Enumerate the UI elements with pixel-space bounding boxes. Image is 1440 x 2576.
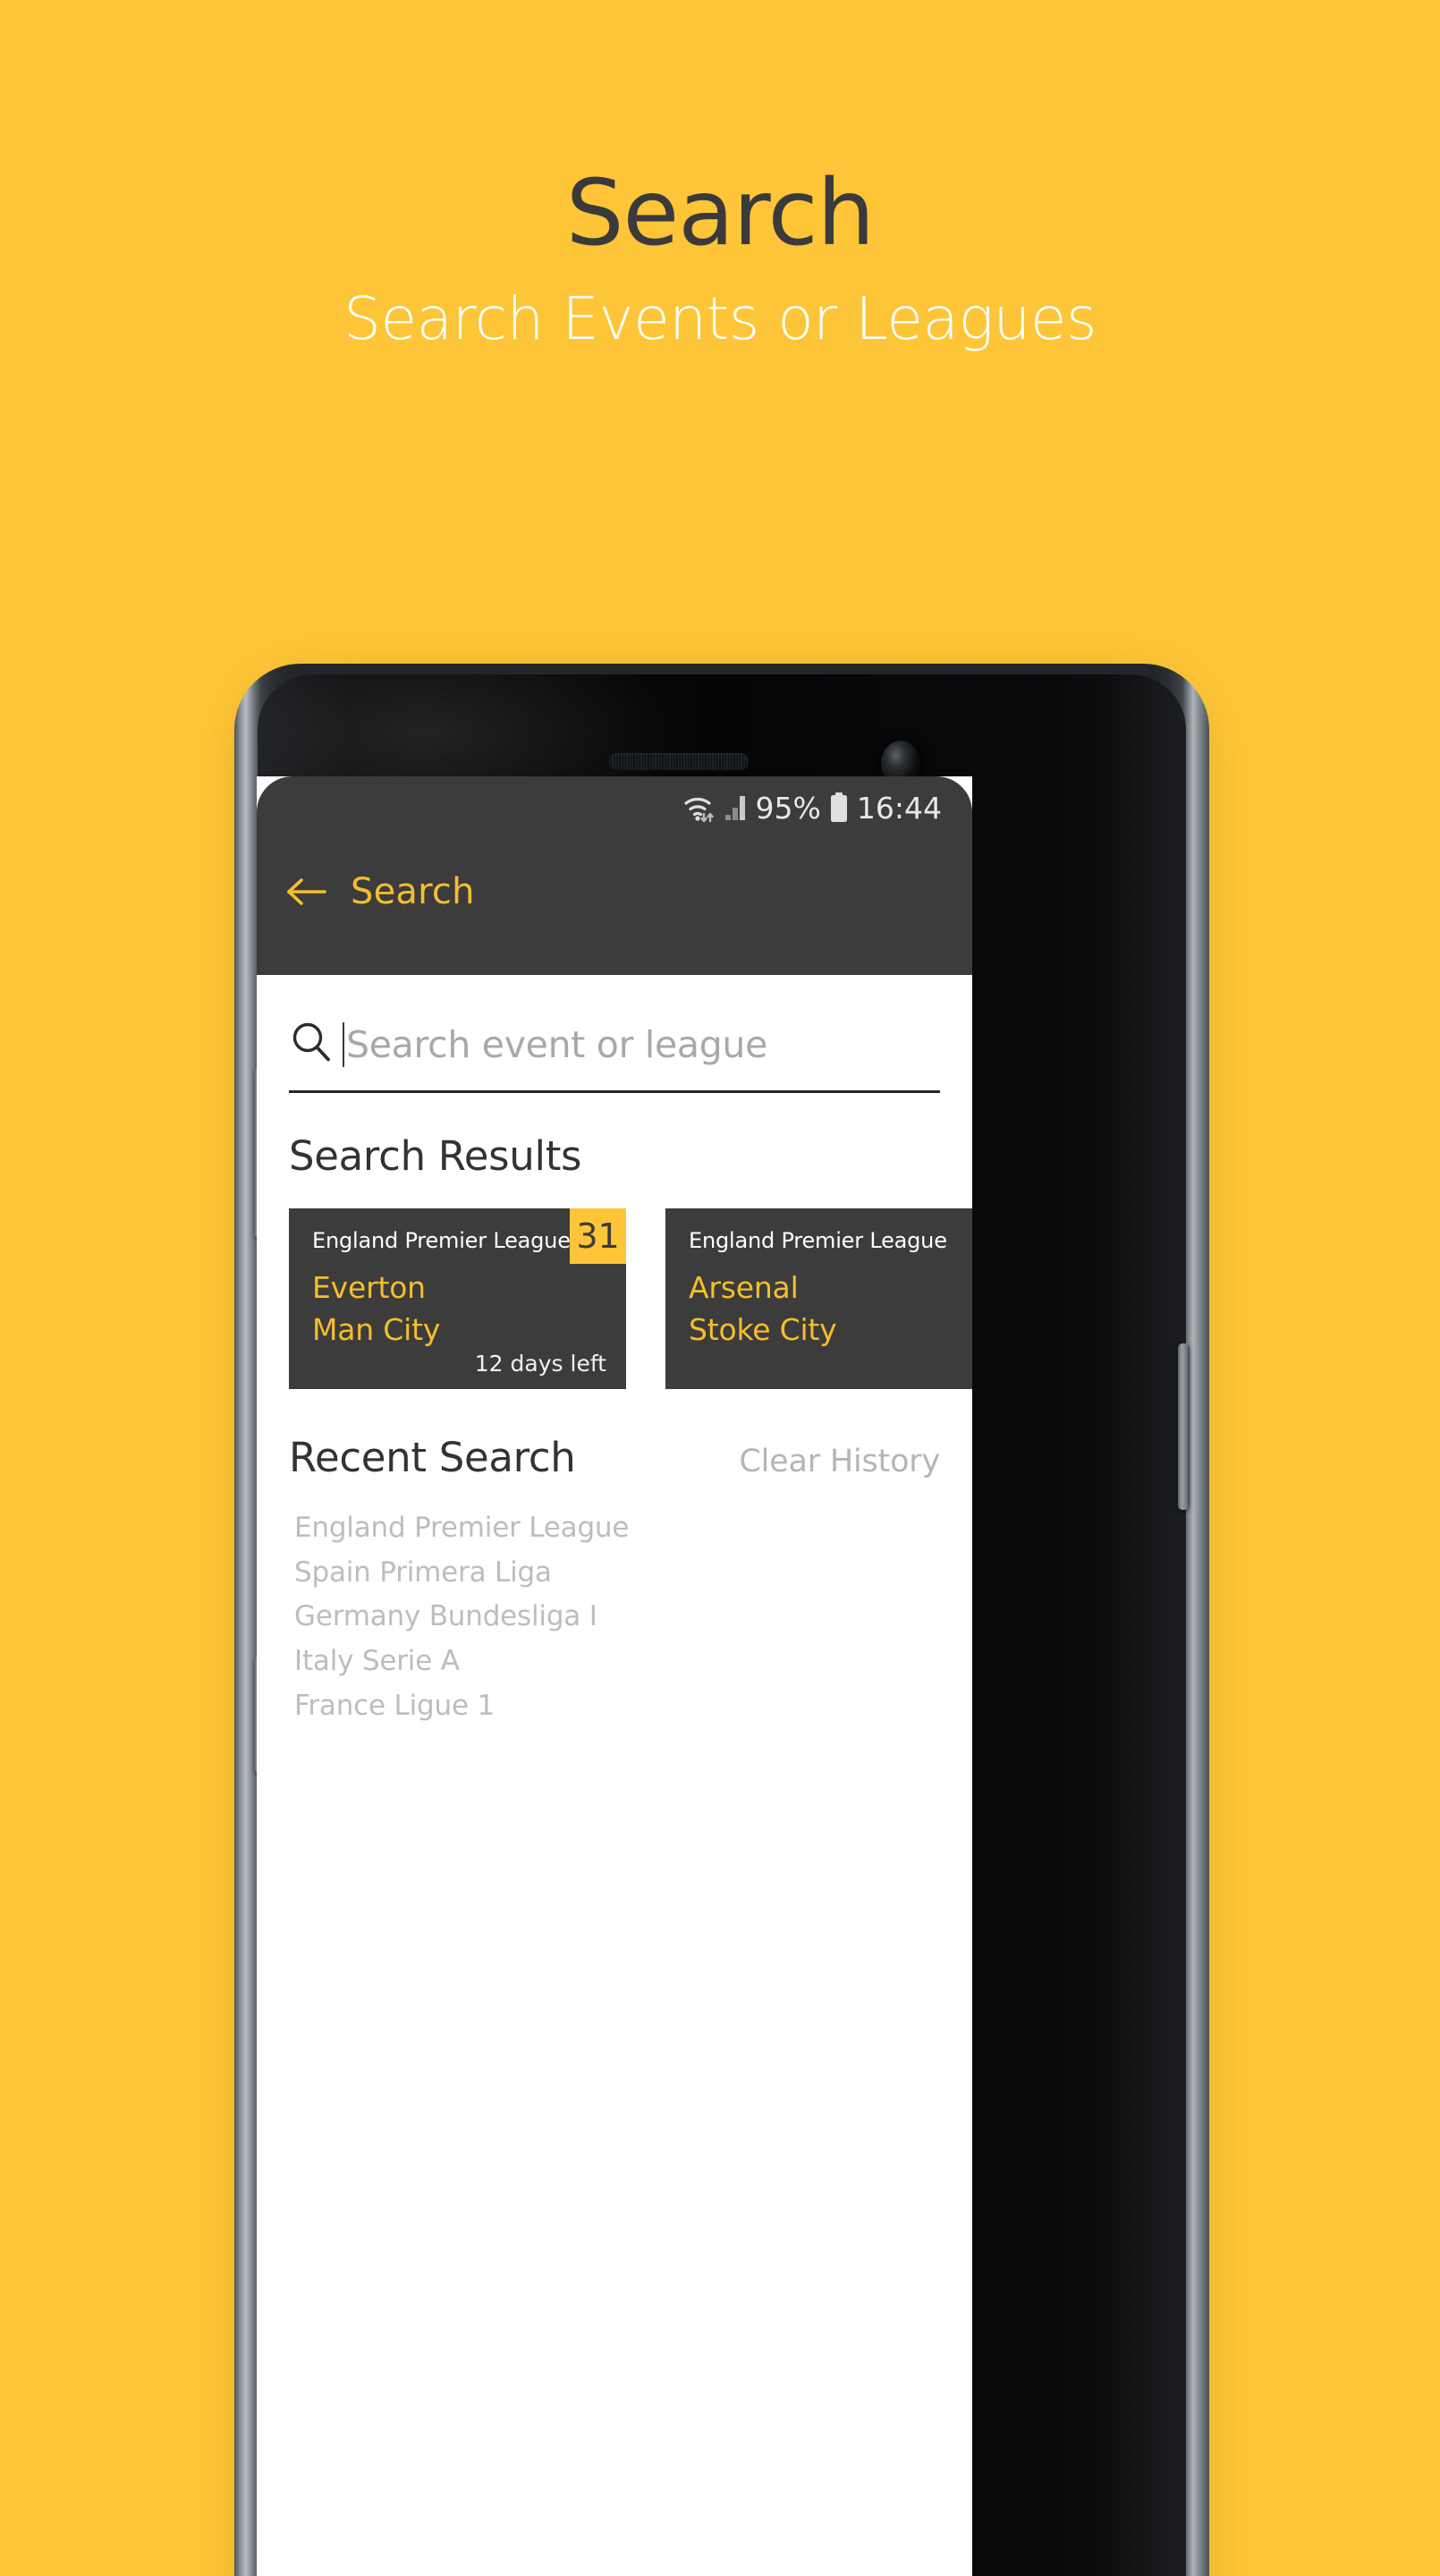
- power-button[interactable]: [1178, 1343, 1190, 1510]
- card-home-team: Everton: [312, 1270, 426, 1305]
- card-count-badge: 31: [570, 1208, 626, 1264]
- promo-header: Search Search Events or Leagues: [0, 0, 1440, 353]
- card-league-name: England Premier League: [312, 1228, 571, 1253]
- search-result-card[interactable]: England Premier League Everton Man City …: [289, 1208, 626, 1389]
- list-item[interactable]: France Ligue 1: [294, 1684, 972, 1729]
- list-item[interactable]: Germany Bundesliga I: [294, 1595, 972, 1640]
- search-input[interactable]: Search event or league: [289, 1011, 940, 1093]
- search-icon: [289, 1020, 334, 1069]
- list-item[interactable]: Spain Primera Liga: [294, 1551, 972, 1596]
- battery-icon: [829, 792, 849, 823]
- card-days-left: 12 days left: [474, 1351, 606, 1377]
- status-bar: 95% 16:44: [257, 776, 972, 835]
- card-home-team: Arsenal: [689, 1270, 799, 1305]
- cellular-signal-icon: [724, 794, 748, 821]
- app-bar-title: Search: [351, 870, 475, 912]
- card-league-name: England Premier League: [689, 1228, 947, 1253]
- text-cursor: [343, 1021, 344, 1067]
- app-bar: Search: [257, 835, 972, 947]
- wifi-icon: [682, 792, 716, 823]
- clear-history-button[interactable]: Clear History: [739, 1444, 940, 1479]
- dark-header-region: 95% 16:44 Search: [257, 776, 972, 975]
- earpiece-speaker-icon: [609, 753, 749, 770]
- card-away-team: Man City: [312, 1312, 441, 1347]
- phone-screen: 95% 16:44 Search Search event or league …: [257, 776, 972, 2576]
- recent-search-list: England Premier League Spain Primera Lig…: [294, 1506, 972, 1728]
- page-title: Search: [565, 160, 875, 267]
- search-placeholder: Search event or league: [346, 1022, 768, 1066]
- back-arrow-icon[interactable]: [286, 877, 327, 907]
- card-away-team: Stoke City: [689, 1312, 837, 1347]
- search-results-heading: Search Results: [289, 1132, 582, 1180]
- list-item[interactable]: England Premier League: [294, 1506, 972, 1551]
- status-bar-clock: 16:44: [856, 790, 942, 826]
- list-item[interactable]: Italy Serie A: [294, 1640, 972, 1684]
- recent-search-header: Recent Search Clear History: [289, 1434, 940, 1481]
- recent-search-heading: Recent Search: [289, 1434, 576, 1481]
- page-subtitle: Search Events or Leagues: [343, 284, 1097, 354]
- search-results-list[interactable]: England Premier League Everton Man City …: [257, 1208, 972, 1389]
- battery-percent: 95%: [755, 790, 821, 826]
- search-result-card[interactable]: England Premier League Arsenal Stoke Cit…: [665, 1208, 972, 1389]
